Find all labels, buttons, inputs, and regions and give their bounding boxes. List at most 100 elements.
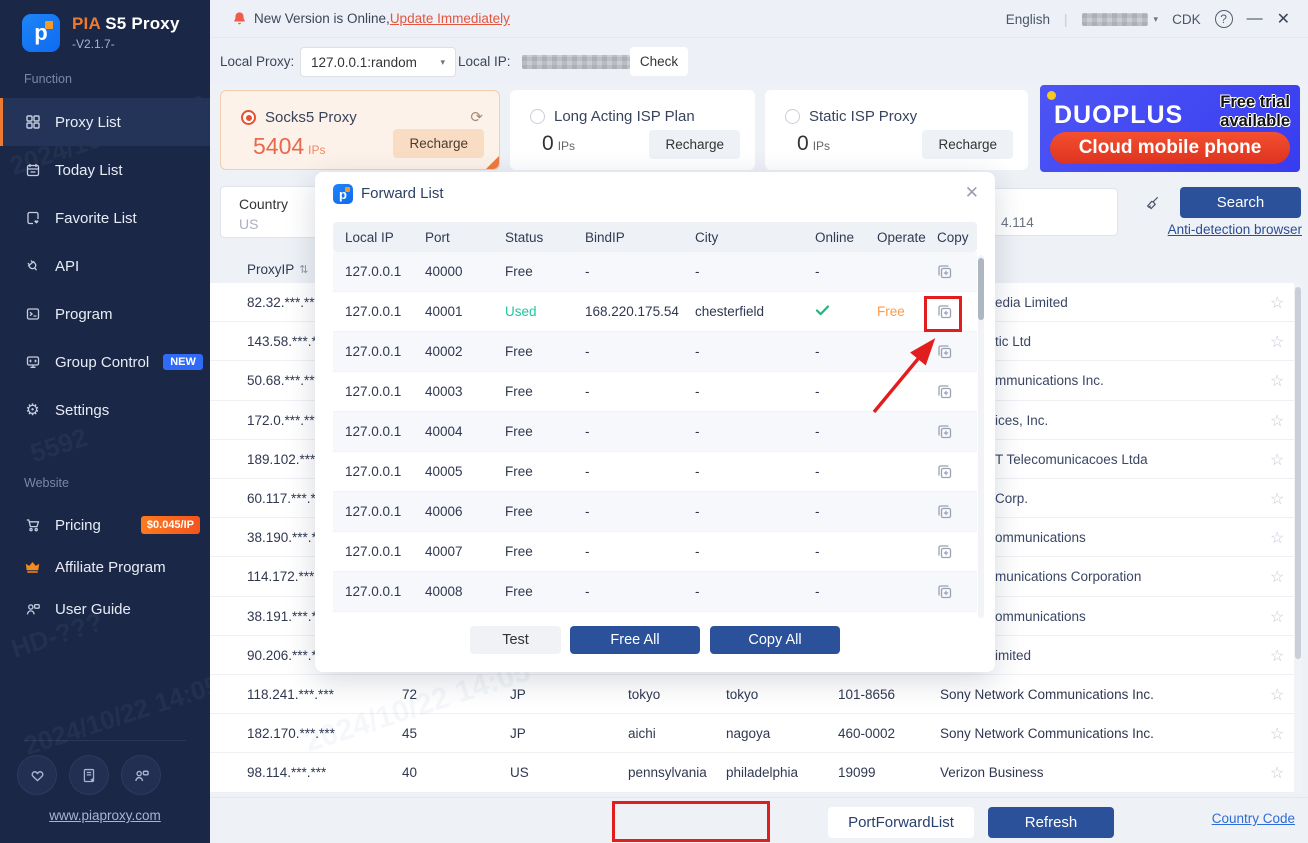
test-button[interactable]: Test [470, 626, 561, 654]
bindip-cell: - [573, 332, 683, 371]
operate-cell [865, 372, 925, 411]
port-cell-value: 40001 [425, 304, 463, 319]
recharge-button[interactable]: Recharge [922, 130, 1013, 159]
proxy-ip: 98.114.***.*** [247, 765, 326, 780]
duoplus-ad-banner[interactable]: DUOPLUS Free trialavailable Cloud mobile… [1040, 85, 1300, 172]
copy-icon[interactable] [937, 424, 953, 440]
copy-icon[interactable] [937, 544, 953, 560]
city-cell: tokyo [726, 687, 758, 702]
chevron-down-icon[interactable]: ▾ [1154, 14, 1159, 25]
copy-icon[interactable] [937, 504, 953, 520]
refresh-icon[interactable]: ⟳ [470, 108, 483, 126]
copy-cell [925, 532, 977, 571]
partner-heart-button[interactable] [17, 755, 57, 795]
column-header-label: BindIP [585, 230, 625, 245]
sidebar-item-settings[interactable]: ⚙ Settings [0, 386, 210, 434]
isp-name-fragment: tic Ltd [995, 334, 1031, 349]
isp-name-fragment: edia Limited [995, 295, 1068, 310]
proxy-ip: 182.170.***.*** [247, 726, 335, 741]
port-forward-list-button[interactable]: PortForwardList [828, 807, 974, 838]
favorite-star-icon[interactable]: ☆ [1270, 489, 1284, 509]
favorite-star-icon[interactable]: ☆ [1270, 724, 1284, 744]
favorite-star-icon[interactable]: ☆ [1270, 411, 1284, 431]
recharge-button[interactable]: Recharge [649, 130, 740, 159]
favorite-star-icon[interactable]: ☆ [1270, 685, 1284, 705]
city-cell: - [683, 492, 803, 531]
favorite-star-icon[interactable]: ☆ [1270, 646, 1284, 666]
favorite-star-icon[interactable]: ☆ [1270, 332, 1284, 352]
port-cell-value: 40004 [425, 424, 463, 439]
sidebar-item-label: API [55, 258, 79, 275]
website-link[interactable]: www.piaproxy.com [0, 808, 210, 823]
online-cell-value: - [815, 424, 820, 439]
forward-row: 127.0.0.140008Free--- [333, 572, 977, 612]
help-icon[interactable]: ? [1215, 10, 1233, 28]
modal-scrollbar-thumb[interactable] [978, 258, 984, 320]
favorite-star-icon[interactable]: ☆ [1270, 607, 1284, 627]
forward-column-header: Port [413, 222, 493, 252]
check-button[interactable]: Check [630, 47, 688, 76]
document-star-button[interactable] [69, 755, 109, 795]
column-header-label: Online [815, 230, 854, 245]
sort-icon[interactable]: ⇅ [299, 263, 308, 276]
radio-unselected-icon[interactable] [530, 109, 545, 124]
copy-icon[interactable] [937, 384, 953, 400]
sidebar-item-pricing[interactable]: Pricing $0.045/IP [0, 504, 210, 546]
favorite-star-icon[interactable]: ☆ [1270, 567, 1284, 587]
favorite-star-icon[interactable]: ☆ [1270, 450, 1284, 470]
recharge-button[interactable]: Recharge [393, 129, 484, 158]
copy-icon[interactable] [937, 344, 953, 360]
copy-icon[interactable] [937, 584, 953, 600]
favorite-star-icon[interactable]: ☆ [1270, 293, 1284, 313]
favorite-star-icon[interactable]: ☆ [1270, 528, 1284, 548]
free-action-link[interactable]: Free [877, 304, 905, 319]
clear-filters-button[interactable] [1132, 190, 1172, 217]
close-button[interactable]: ✕ [1277, 9, 1290, 29]
copy-icon[interactable] [937, 264, 953, 280]
anti-detection-browser-link[interactable]: Anti-detection browser [1144, 222, 1302, 237]
sidebar-item-group-control[interactable]: Group Control NEW [0, 338, 210, 386]
sidebar-item-favorite-list[interactable]: Favorite List [0, 194, 210, 242]
free-all-button[interactable]: Free All [570, 626, 700, 654]
city-cell: - [683, 572, 803, 611]
favorite-star-icon[interactable]: ☆ [1270, 371, 1284, 391]
local-proxy-toolbar: Local Proxy: 127.0.0.1:random ▾ Local IP… [210, 38, 1308, 85]
plan-card-static-isp[interactable]: Static ISP Proxy 0IPs Recharge [765, 90, 1028, 170]
gear-icon: ⚙ [24, 402, 41, 419]
copy-all-button[interactable]: Copy All [710, 626, 840, 654]
cdk-button[interactable]: CDK [1172, 12, 1201, 27]
bindip-cell-value: - [585, 344, 590, 359]
city-cell: - [683, 332, 803, 371]
isp-name-fragment: munications Corporation [995, 569, 1141, 584]
update-link[interactable]: Update Immediately [390, 11, 510, 26]
modal-close-icon[interactable]: ✕ [965, 183, 979, 203]
sidebar-item-program[interactable]: Program [0, 290, 210, 338]
plan-card-long-acting-isp[interactable]: Long Acting ISP Plan 0IPs Recharge [510, 90, 755, 170]
favorite-star-icon[interactable]: ☆ [1270, 763, 1284, 783]
sidebar-item-user-guide[interactable]: User Guide [0, 588, 210, 630]
country-code-link[interactable]: Country Code [1212, 811, 1295, 826]
support-chat-button[interactable] [121, 755, 161, 795]
page-scrollbar-thumb[interactable] [1295, 287, 1301, 659]
radio-unselected-icon[interactable] [785, 109, 800, 124]
monitor-icon [24, 354, 41, 371]
status-cell-value: Free [505, 384, 533, 399]
forward-row: 127.0.0.140003Free--- [333, 372, 977, 412]
operate-cell [865, 332, 925, 371]
refresh-button[interactable]: Refresh [988, 807, 1114, 838]
radio-selected-icon[interactable] [241, 110, 256, 125]
local-proxy-select[interactable]: 127.0.0.1:random ▾ [300, 47, 456, 77]
copy-icon[interactable] [937, 464, 953, 480]
country-cell: JP [510, 726, 526, 741]
search-button[interactable]: Search [1180, 187, 1301, 218]
minimize-button[interactable]: — [1247, 10, 1263, 28]
copy-icon[interactable] [937, 304, 953, 320]
language-selector[interactable]: English [1006, 12, 1050, 27]
plan-card-socks5[interactable]: Socks5 Proxy ⟳ 5404IPs Recharge [220, 90, 500, 170]
sidebar-item-today-list[interactable]: Today List [0, 146, 210, 194]
sidebar-item-api[interactable]: API [0, 242, 210, 290]
operate-cell [865, 252, 925, 291]
sidebar-item-proxy-list[interactable]: Proxy List [0, 98, 210, 146]
port-cell: 40004 [413, 412, 493, 451]
sidebar-item-affiliate-program[interactable]: Affiliate Program [0, 546, 210, 588]
